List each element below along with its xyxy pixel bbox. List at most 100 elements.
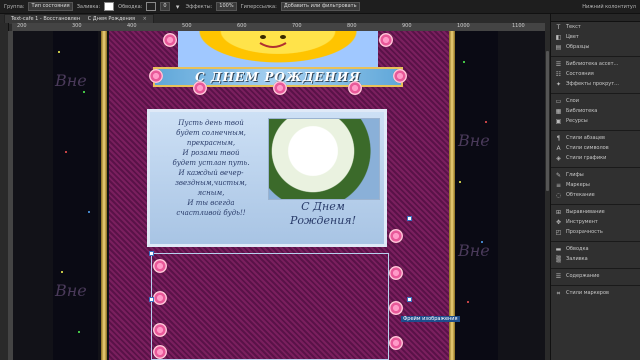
hyperlink-field[interactable]: Добавить или фильтровать <box>280 2 360 11</box>
panel-divider <box>551 264 640 269</box>
poem-line: счастливой будь!! <box>176 209 246 217</box>
panel-item[interactable]: ✎ Глифы <box>551 170 640 180</box>
panel-item-icon: A <box>556 144 561 152</box>
rose-icon <box>153 291 167 305</box>
panel-divider <box>551 200 640 205</box>
group-label: Группа: <box>4 3 25 10</box>
stroke-width-field[interactable]: 0 <box>160 2 170 11</box>
panel-item-label: Стили графики <box>566 155 607 161</box>
watermark-text: Вне <box>55 281 87 300</box>
panel-item-label: Глифы <box>566 172 584 178</box>
rose-icon <box>389 301 403 315</box>
resize-handle[interactable] <box>149 251 154 256</box>
ruler-tick: 900 <box>402 23 412 29</box>
gold-border-right <box>449 31 455 360</box>
rose-icon <box>389 266 403 280</box>
panel-item[interactable]: ▭ Слои <box>551 96 640 106</box>
panel-item[interactable]: ▬ Обводка <box>551 244 640 254</box>
resize-handle[interactable] <box>407 297 412 302</box>
panel-item-label: Библиотека ассет... <box>566 61 619 67</box>
panel-item[interactable]: ◰ Прозрачность <box>551 227 640 237</box>
panel-item-icon: ◰ <box>555 228 562 236</box>
fill-swatch[interactable] <box>104 2 115 11</box>
panel-item-label: Ресурсы <box>566 118 588 124</box>
panel-divider <box>551 89 640 94</box>
resize-handle[interactable] <box>407 216 412 221</box>
ruler-tick: 400 <box>127 23 137 29</box>
panel-divider <box>551 126 640 131</box>
panel-item-label: Обтекание <box>566 192 595 198</box>
panel-item-label: Библиотека <box>566 108 598 114</box>
panel-item-icon: ⊞ <box>555 208 562 216</box>
panel-item-icon: ≡ <box>555 181 562 189</box>
panel-header <box>551 14 640 22</box>
panel-item[interactable]: A Стили символов <box>551 143 640 153</box>
poem-line: будет устлан путь. <box>172 159 250 167</box>
panel-item[interactable]: ◈ Стили графики <box>551 153 640 163</box>
stroke-options-icon[interactable]: ▾ <box>174 3 182 11</box>
panel-item-icon: ⌗ <box>556 289 561 297</box>
panel-item[interactable]: ▣ Ресурсы <box>551 116 640 126</box>
panel-item-icon: ◌ <box>555 191 562 199</box>
poem-line: прекрасным, <box>186 139 236 147</box>
panel-item[interactable]: ☷ Состояния <box>551 69 640 79</box>
rose-icon <box>149 69 163 83</box>
panel-item-label: Текст <box>566 24 581 30</box>
panel-item-icon: ▬ <box>555 245 562 253</box>
panel-item-label: Цвет <box>566 34 579 40</box>
panel-item-icon: ☰ <box>555 272 562 280</box>
panel-item[interactable]: ✥ Инструмент <box>551 217 640 227</box>
scrollbar-thumb[interactable] <box>546 51 549 191</box>
rose-icon <box>153 259 167 273</box>
panel-item-icon: ✎ <box>555 171 562 179</box>
rose-icon <box>389 336 403 350</box>
document-title: Text-cafe 1 - Восстановлен <box>11 16 81 22</box>
stroke-swatch[interactable] <box>146 2 157 11</box>
panel-item[interactable]: ⌗ Стили маркеров <box>551 288 640 298</box>
panel-item-icon: ◧ <box>555 33 562 41</box>
panel-item[interactable]: ≡ Маркеры <box>551 180 640 190</box>
birthday-banner[interactable]: С ДНЕМ РОЖДЕНИЯ <box>149 31 407 95</box>
greeting-text: С Днем Рождения! <box>268 200 378 238</box>
panel-item[interactable]: ◌ Обтекание <box>551 190 640 200</box>
fill-label: Заливка: <box>76 3 101 10</box>
panel-item[interactable]: ◧ Цвет <box>551 32 640 42</box>
ruler-tick: 200 <box>17 23 27 29</box>
panel-divider <box>551 237 640 242</box>
opacity-field[interactable]: 100% <box>216 2 237 11</box>
panel-item[interactable]: ▤ Образцы <box>551 42 640 52</box>
panel-item-label: Обводка <box>566 246 589 252</box>
panel-item[interactable]: ¶ Стили абзацев <box>551 133 640 143</box>
image-frame-selection[interactable] <box>151 253 389 360</box>
panel-item-icon: ☷ <box>555 70 562 78</box>
close-tab-icon[interactable]: × <box>143 16 147 22</box>
panel-item-label: Образцы <box>566 44 590 50</box>
panel-item-label: Слои <box>566 98 579 104</box>
panel-item[interactable]: ⊞ Выравнивание <box>551 207 640 217</box>
panel-item-icon: ✥ <box>555 218 562 226</box>
gold-border-left <box>101 31 107 360</box>
panel-item-icon: ◈ <box>556 154 561 162</box>
panel-item-label: Стили абзацев <box>566 135 605 141</box>
stroke-label: Обводка: <box>118 3 143 10</box>
rose-icon <box>393 69 407 83</box>
panel-item[interactable]: ▒ Заливка <box>551 254 640 264</box>
resize-handle[interactable] <box>149 297 154 302</box>
panel-item-label: Стили маркеров <box>566 290 609 296</box>
panel-item[interactable]: ▦ Библиотека <box>551 106 640 116</box>
document-subtitle: С Днем Рождения <box>87 16 136 22</box>
group-state-field[interactable]: Тип состояния <box>28 2 73 11</box>
panel-item-label: Содержание <box>566 273 600 279</box>
panel-item[interactable]: T Текст <box>551 22 640 32</box>
panel-item-icon: ▦ <box>555 107 562 115</box>
design-canvas[interactable]: Вне Вне Вне Вне С ДНЕМ РОЖДЕНИЯ Пусть де… <box>13 31 545 360</box>
panel-item[interactable]: ☰ Библиотека ассет... <box>551 59 640 69</box>
panel-item[interactable]: ☰ Содержание <box>551 271 640 281</box>
panel-item[interactable]: ✦ Эффекты прокрут... <box>551 79 640 89</box>
panel-item-label: Стили символов <box>566 145 609 151</box>
starfield-right <box>453 31 498 360</box>
panel-item-icon: ▣ <box>555 117 562 125</box>
poem-text: Пусть день твой будет солнечным, прекрас… <box>156 118 266 238</box>
poem-line: И каждый вечер- <box>178 169 244 177</box>
greeting-card[interactable]: Пусть день твой будет солнечным, прекрас… <box>147 109 387 247</box>
